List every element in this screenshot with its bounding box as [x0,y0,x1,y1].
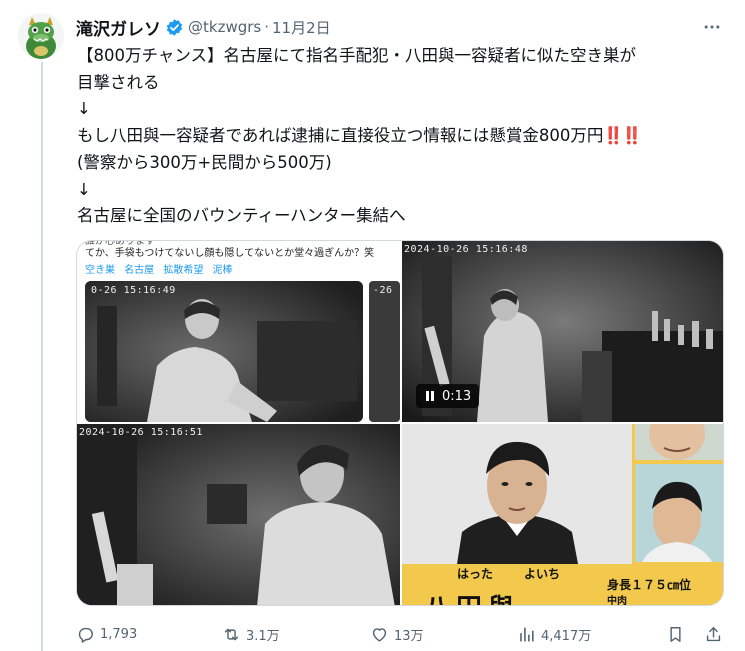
tweet-line: 目撃される [77,72,160,92]
tweet-line: もし八田與一容疑者であれば逮捕に直接役立つ情報には懸賞金800万円 [77,126,604,146]
reply-icon [78,627,93,643]
media-image-4[interactable]: はった よいち 身長１７５㎝位 中肉 八田與一 [402,424,723,606]
avatar[interactable] [18,13,64,59]
video-duration-badge[interactable]: 0:13 [416,384,480,408]
heart-icon [372,627,387,642]
views-button[interactable]: 4,417万 [517,622,591,646]
tweet-line-with-emphasis: もし八田與一容疑者であれば逮捕に直接役立つ情報には懸賞金800万円‼️‼️ [77,123,727,150]
tweet-header: 滝沢ガレソ @tkzwgrs · 11月2日 [76,15,725,40]
repost-icon [224,628,239,640]
tweet-line: 名古屋に全国のバウンティーハンター集結へ [77,206,406,226]
media-grid: 誰か心あります てか、手袋もつけてないし顔も隠してないとか堂々過ぎんか？笑 空き… [76,240,724,606]
timestamp-overlay: -26 [373,285,393,296]
share-button[interactable] [704,622,723,646]
tweet-line: ↓ [77,99,91,119]
timestamp-overlay: 0-26 15:16:49 [91,285,176,296]
cctv-frame-graphic [77,424,400,605]
name-kana-family: よいち [524,567,561,581]
like-button[interactable]: 13万 [370,622,424,646]
author-handle[interactable]: @tkzwgrs [188,18,261,36]
pause-icon [426,391,434,401]
repost-button[interactable]: 3.1万 [222,622,280,646]
separator-dot: · [264,18,269,36]
like-count: 13万 [394,628,424,644]
name-kanji: 八田與一 [424,588,552,605]
media-image-3[interactable]: 2024-10-26 15:16:51 [77,424,400,605]
bookmark-button[interactable] [666,622,685,646]
bookmark-icon [670,626,681,642]
media-video[interactable]: 2024-10-26 15:16:48 0:13 [402,241,723,422]
action-bar: 1,793 3.1万 13万 4,417万 [76,622,724,646]
height-label: 身長１７５㎝位 [607,578,692,592]
author-name[interactable]: 滝沢ガレソ [76,15,161,40]
double-exclamation-icon: ‼️‼️ [603,126,642,146]
tweet-line: ↓ [77,179,91,199]
tweet-line: (警察から300万+民間から500万) [77,152,332,172]
analytics-icon [520,626,534,642]
media-image-1[interactable]: 誰か心あります てか、手袋もつけてないし顔も隠してないとか堂々過ぎんか？笑 空き… [77,241,400,422]
image-caption: てか、手袋もつけてないし顔も隠してないとか堂々過ぎんか？笑 [85,248,375,259]
timestamp-overlay: 2024-10-26 15:16:48 [404,244,528,255]
timestamp-overlay: 2024-10-26 15:16:51 [79,427,203,438]
reply-count: 1,793 [100,626,138,642]
tweet-line: 【800万チャンス】名古屋にて指名手配犯・八田與一容疑者に似た空き巣が [77,46,636,65]
cctv-frame-graphic [85,281,400,422]
share-icon [706,626,721,641]
more-options-icon[interactable] [699,15,725,39]
reply-button[interactable]: 1,793 [76,622,137,646]
dragon-avatar-icon [18,13,64,59]
video-duration: 0:13 [442,388,472,404]
tweet-text: 【800万チャンス】名古屋にて指名手配犯・八田與一容疑者に似た空き巣が 目撃され… [77,43,727,230]
post-date[interactable]: 11月2日 [272,17,331,38]
verified-badge-icon [165,18,184,37]
image-hashtags: 空き巣 名古屋 拡散希望 泥棒 [85,265,233,276]
thread-line [41,62,43,651]
repost-count: 3.1万 [246,628,280,644]
build-label: 中肉 [607,596,627,606]
name-kana-given: はった [457,567,494,581]
views-count: 4,417万 [541,628,592,644]
